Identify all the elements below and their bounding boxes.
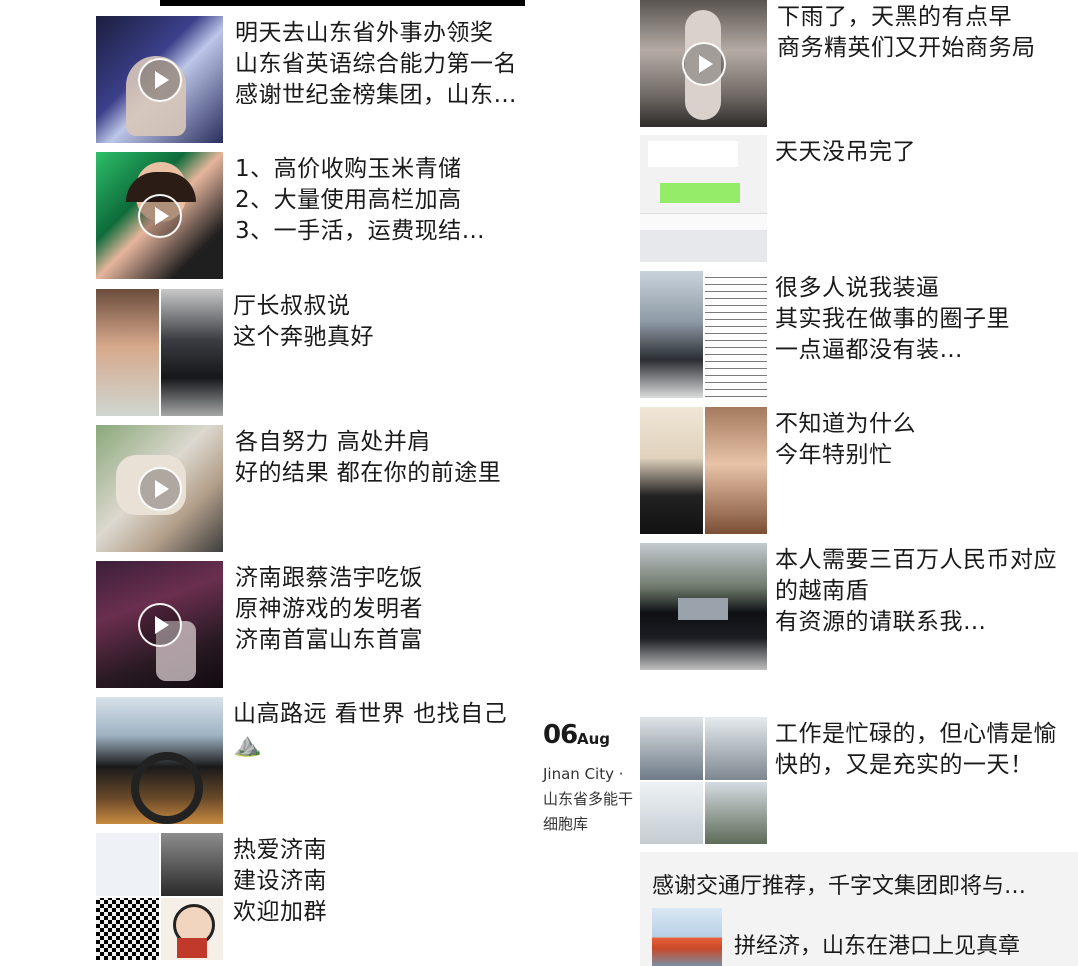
date-month: Aug	[577, 730, 611, 748]
post-thumbnail[interactable]	[96, 16, 223, 143]
shared-article-title: 拼经济，山东在港口上见真章	[734, 934, 1021, 959]
post-thumbnail[interactable]	[96, 561, 223, 688]
post-thumbnail[interactable]	[96, 833, 223, 960]
shared-link-title: 感谢交通厅推荐，千字文集团即将与…	[652, 874, 1027, 899]
play-icon[interactable]	[137, 57, 182, 102]
post-thumbnail[interactable]	[640, 135, 767, 262]
post-caption: 工作是忙碌的，但心情是愉 快的，又是充实的一天！	[775, 721, 1057, 778]
date-day: 06	[543, 720, 578, 750]
post-caption: 热爱济南 建设济南 欢迎加群	[233, 837, 327, 925]
play-icon[interactable]	[137, 193, 182, 238]
post-location[interactable]: Jinan City · 山东省多能干细胞库	[543, 762, 638, 837]
post-caption: 明天去山东省外事办领奖 山东省英语综合能力第一名 感谢世纪金榜集团，山东…	[235, 20, 517, 108]
post-thumbnail[interactable]	[96, 697, 223, 824]
post-caption: 山高路远 看世界 也找自己 ⛰️	[233, 701, 508, 758]
post-thumbnail[interactable]	[640, 717, 767, 844]
post-caption: 本人需要三百万人民币对应 的越南盾 有资源的请联系我…	[775, 547, 1057, 635]
post-thumbnail[interactable]	[640, 0, 767, 127]
post-caption: 各自努力 高处并肩 好的结果 都在你的前途里	[235, 429, 502, 486]
shared-link-image	[652, 908, 722, 966]
post-thumbnail[interactable]	[640, 407, 767, 534]
post-caption: 厅长叔叔说 这个奔驰真好	[233, 293, 374, 350]
post-caption: 天天没吊完了	[775, 139, 916, 165]
post-thumbnail[interactable]	[96, 289, 223, 416]
play-icon[interactable]	[137, 602, 182, 647]
post-thumbnail[interactable]	[640, 271, 767, 398]
top-black-bar	[160, 0, 525, 6]
post-caption: 1、高价收购玉米青储 2、大量使用高栏加高 3、一手活，运费现结…	[235, 156, 486, 244]
post-thumbnail[interactable]	[96, 152, 223, 279]
post-caption: 济南跟蔡浩宇吃饭 原神游戏的发明者 济南首富山东首富	[235, 565, 423, 653]
post-thumbnail[interactable]	[96, 425, 223, 552]
post-thumbnail[interactable]	[640, 543, 767, 670]
shared-link-card[interactable]: 感谢交通厅推荐，千字文集团即将与… 拼经济，山东在港口上见真章	[640, 852, 1078, 966]
post-caption: 下雨了，天黑的有点早 商务精英们又开始商务局	[777, 4, 1036, 61]
play-icon[interactable]	[681, 41, 726, 86]
play-icon[interactable]	[137, 466, 182, 511]
post-caption: 很多人说我装逼 其实我在做事的圈子里 一点逼都没有装…	[775, 275, 1010, 363]
post-caption: 不知道为什么 今年特别忙	[775, 411, 916, 468]
